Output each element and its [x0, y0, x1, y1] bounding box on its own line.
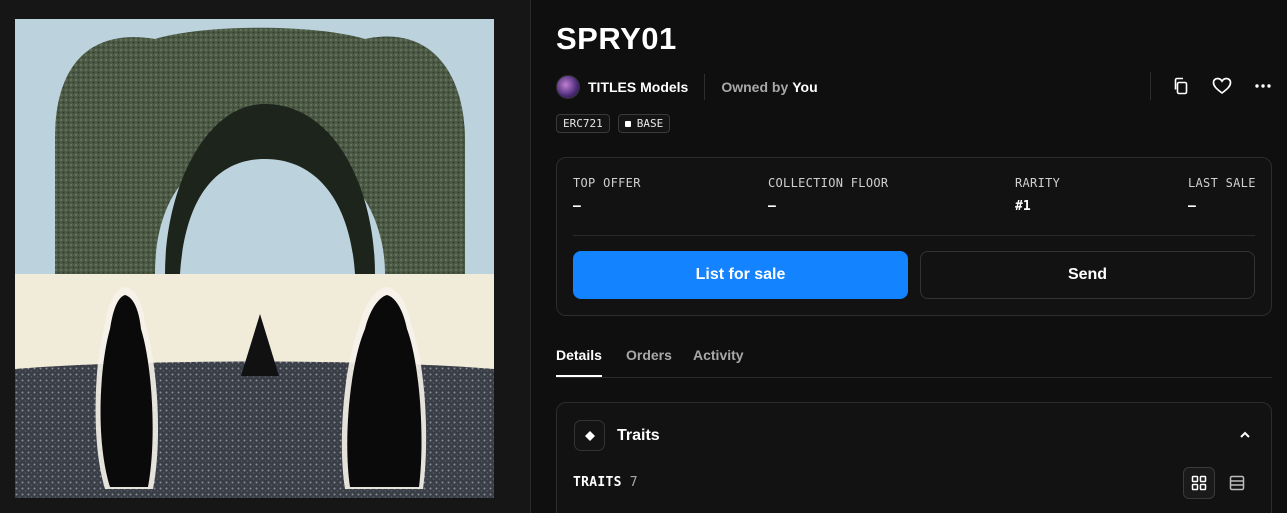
diamond-icon — [584, 430, 595, 441]
more-icon — [1255, 84, 1271, 88]
collection-name-link[interactable]: TITLES Models — [588, 79, 688, 95]
traits-count-label: TRAITS — [573, 475, 622, 490]
divider — [573, 235, 1255, 236]
token-standard-badge: ERC721 — [556, 114, 610, 133]
copy-button[interactable] — [1169, 72, 1193, 100]
tab-details[interactable]: Details — [556, 347, 602, 363]
rarity-label: RARITY — [1015, 176, 1061, 190]
top-offer-label: TOP OFFER — [573, 176, 641, 190]
active-tab-indicator — [556, 375, 602, 377]
traits-title: Traits — [617, 427, 660, 444]
grid-icon — [1191, 475, 1207, 491]
collection-avatar[interactable] — [556, 75, 580, 99]
artwork-illustration — [15, 19, 494, 498]
traits-icon-box — [574, 420, 605, 451]
more-options-button[interactable] — [1251, 72, 1275, 100]
favorite-button[interactable] — [1210, 72, 1234, 100]
collection-owner-row: TITLES Models Owned by You — [556, 74, 818, 100]
item-actions — [1150, 72, 1275, 100]
list-view-button[interactable] — [1221, 467, 1253, 499]
owner-name-link[interactable]: You — [792, 79, 817, 95]
price-stats-card: TOP OFFER – COLLECTION FLOOR – RARITY #1… — [556, 157, 1272, 316]
badge-label: BASE — [636, 117, 664, 130]
tab-activity[interactable]: Activity — [693, 347, 744, 363]
last-sale-label: LAST SALE — [1188, 176, 1256, 190]
divider — [704, 74, 706, 100]
chevron-up-icon[interactable] — [1237, 427, 1253, 443]
square-dot-icon — [624, 120, 631, 127]
rarity-value: #1 — [1015, 199, 1031, 214]
traits-panel: Traits TRAITS 7 — [556, 402, 1272, 513]
tab-orders[interactable]: Orders — [626, 347, 672, 363]
top-offer-value: – — [573, 199, 581, 214]
page-root: SPRY01 TITLES Models Owned by You ERC721… — [0, 0, 1287, 513]
chain-badge: BASE — [617, 114, 671, 133]
heart-icon — [1212, 77, 1232, 95]
send-button[interactable]: Send — [920, 251, 1255, 299]
collection-floor-value: – — [768, 199, 776, 214]
traits-count-value: 7 — [629, 475, 638, 490]
last-sale-value: – — [1188, 199, 1196, 214]
trait-view-toggle — [1183, 467, 1253, 499]
traits-count-row: TRAITS 7 — [573, 475, 638, 490]
list-icon — [1229, 475, 1245, 491]
owned-by-label: Owned by — [721, 79, 789, 95]
detail-tabs: Details Orders Activity — [556, 340, 1272, 378]
media-pane — [0, 0, 531, 513]
list-for-sale-button[interactable]: List for sale — [573, 251, 908, 299]
copy-icon — [1174, 77, 1188, 95]
collection-floor-label: COLLECTION FLOOR — [768, 176, 889, 190]
grid-view-button[interactable] — [1183, 467, 1215, 499]
nft-artwork-image[interactable] — [15, 19, 494, 498]
badge-label: ERC721 — [563, 117, 603, 130]
divider — [1150, 72, 1151, 100]
page-title: SPRY01 — [556, 21, 677, 56]
token-badges: ERC721 BASE — [556, 114, 671, 133]
